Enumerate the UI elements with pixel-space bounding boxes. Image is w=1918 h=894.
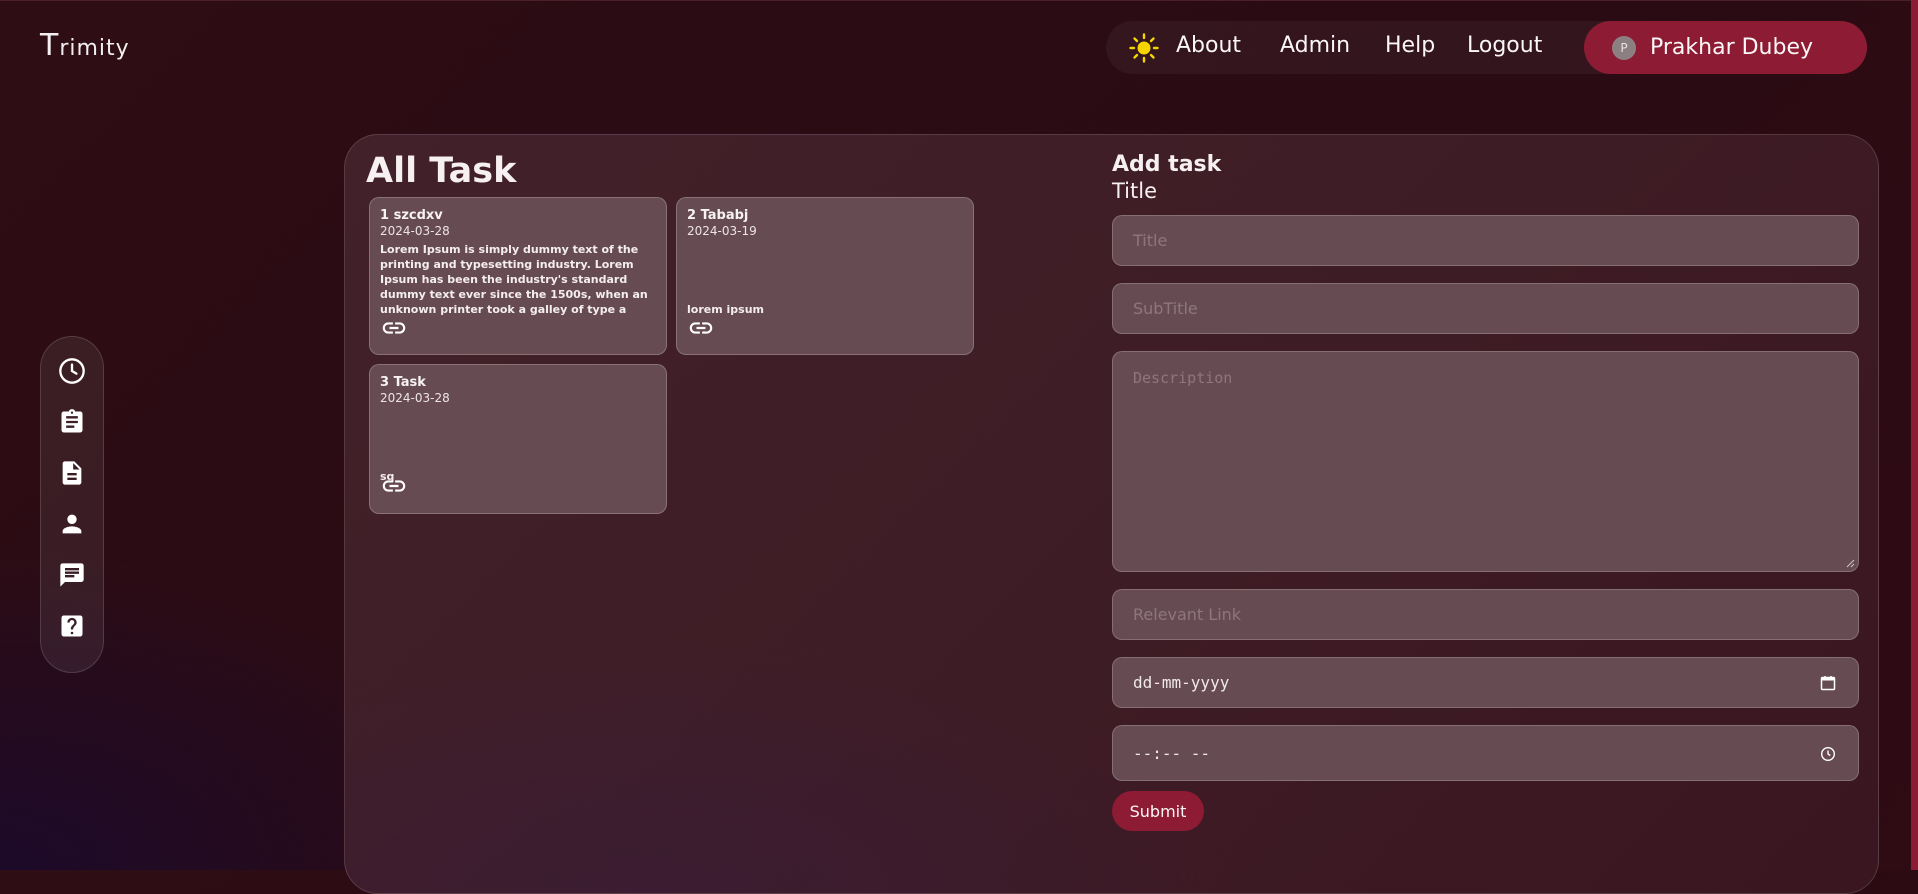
link-icon[interactable] bbox=[380, 319, 408, 337]
title-placeholder: Title bbox=[1133, 231, 1168, 250]
time-placeholder: --:-- -- bbox=[1133, 744, 1211, 763]
time-input[interactable]: --:-- -- bbox=[1112, 725, 1859, 781]
title-input[interactable]: Title bbox=[1112, 215, 1859, 266]
link-icon[interactable] bbox=[380, 477, 408, 495]
window-top-border bbox=[0, 0, 1918, 1]
clock-icon[interactable] bbox=[1820, 746, 1836, 762]
document-icon[interactable] bbox=[58, 459, 86, 487]
nav-admin-link[interactable]: Admin bbox=[1280, 33, 1350, 58]
clock-icon[interactable] bbox=[58, 357, 86, 385]
sun-icon[interactable] bbox=[1129, 33, 1159, 63]
task-date: 2024-03-28 bbox=[380, 391, 450, 405]
relevant-link-placeholder: Relevant Link bbox=[1133, 605, 1242, 624]
nav-help-link[interactable]: Help bbox=[1385, 33, 1435, 58]
logo-first-letter: T bbox=[40, 28, 60, 63]
task-date: 2024-03-28 bbox=[380, 224, 450, 238]
user-name: Prakhar Dubey bbox=[1650, 35, 1814, 60]
resize-handle-icon[interactable] bbox=[1846, 559, 1855, 568]
task-description: sq bbox=[380, 470, 395, 483]
help-icon[interactable] bbox=[58, 612, 86, 640]
all-task-heading: All Task bbox=[366, 151, 517, 191]
task-card[interactable]: 1 szcdxv 2024-03-28 Lorem Ipsum is simpl… bbox=[369, 197, 667, 355]
app-logo[interactable]: Trimity bbox=[40, 28, 130, 63]
task-description: Lorem Ipsum is simply dummy text of the … bbox=[380, 243, 648, 316]
task-card[interactable]: 3 Task 2024-03-28 sq bbox=[369, 364, 667, 514]
submit-button[interactable]: Submit bbox=[1112, 791, 1204, 831]
nav-logout-link[interactable]: Logout bbox=[1467, 33, 1542, 58]
scrollbar[interactable] bbox=[1911, 0, 1918, 870]
sidebar bbox=[40, 336, 104, 673]
subtitle-input[interactable]: SubTitle bbox=[1112, 283, 1859, 334]
task-title: 3 Task bbox=[380, 375, 426, 390]
description-placeholder: Description bbox=[1133, 369, 1233, 387]
clipboard-icon[interactable] bbox=[58, 408, 86, 436]
person-icon[interactable] bbox=[58, 510, 86, 538]
date-input[interactable]: dd-mm-yyyy bbox=[1112, 657, 1859, 708]
title-label: Title bbox=[1112, 179, 1158, 203]
task-panel: All Task 1 szcdxv 2024-03-28 Lorem Ipsum… bbox=[344, 134, 1879, 894]
task-description: lorem ipsum bbox=[687, 303, 764, 316]
avatar: P bbox=[1612, 35, 1636, 60]
description-textarea[interactable]: Description bbox=[1112, 351, 1859, 572]
top-nav: About Admin Help Logout P Prakhar Dubey bbox=[1106, 21, 1867, 74]
task-title: 1 szcdxv bbox=[380, 208, 443, 223]
calendar-icon[interactable] bbox=[1820, 675, 1836, 691]
relevant-link-input[interactable]: Relevant Link bbox=[1112, 589, 1859, 640]
subtitle-placeholder: SubTitle bbox=[1133, 299, 1198, 318]
logo-rest: rimity bbox=[59, 36, 130, 61]
add-task-heading: Add task bbox=[1112, 152, 1222, 177]
task-date: 2024-03-19 bbox=[687, 224, 757, 238]
user-profile-button[interactable]: P Prakhar Dubey bbox=[1584, 21, 1867, 74]
task-card[interactable]: 2 Tababj 2024-03-19 lorem ipsum bbox=[676, 197, 974, 355]
date-placeholder: dd-mm-yyyy bbox=[1133, 673, 1230, 692]
task-title: 2 Tababj bbox=[687, 208, 749, 223]
nav-about-link[interactable]: About bbox=[1176, 33, 1241, 58]
chat-icon[interactable] bbox=[58, 561, 86, 589]
link-icon[interactable] bbox=[687, 319, 715, 337]
